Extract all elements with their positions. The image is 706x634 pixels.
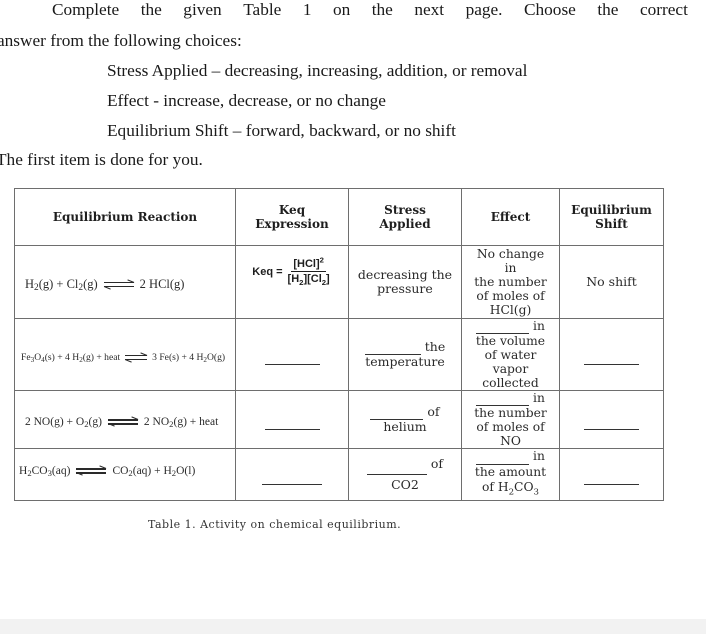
keq-answer-blank[interactable] xyxy=(264,345,320,365)
keq-cell: Keq = [HCl]2 [H2][Cl2] xyxy=(235,245,349,319)
effect-answer-blank[interactable] xyxy=(476,320,530,334)
equilibrium-arrow-icon xyxy=(103,279,134,290)
table-row: Fe3O4(s) + 4 H2(g) + heat 3 Fe(s) + 4 H2O… xyxy=(14,318,664,391)
header-shift-line1: Equilibrium xyxy=(571,203,652,217)
choice-effect: Effect - increase, decrease, or no chang… xyxy=(107,91,386,110)
stress-answer-blank[interactable] xyxy=(370,405,424,420)
equilibrium-table: Equilibrium Reaction Keq Expression Stre… xyxy=(14,188,664,502)
reaction-equation: 2 NO(g) + O2(g) 2 NO2(g) + heat xyxy=(25,416,219,429)
reaction-cell: H2(g) + Cl2(g) 2 HCl(g) xyxy=(14,245,236,319)
reaction-cell: 2 NO(g) + O2(g) 2 NO2(g) + heat xyxy=(14,390,236,449)
stress-cell: the temperature xyxy=(348,318,462,391)
header-stress-line1: Stress xyxy=(384,203,426,217)
instruction-line-1: Complete the given Table 1 on the next p… xyxy=(52,0,688,20)
header-keq-line1: Keq xyxy=(278,203,306,217)
word: the xyxy=(597,0,619,19)
reaction-equation: Fe3O4(s) + 4 H2(g) + heat 3 Fe(s) + 4 H2O… xyxy=(21,352,226,364)
header-keq-line2: Expression xyxy=(255,217,329,231)
header-reaction: Equilibrium Reaction xyxy=(14,188,236,246)
instruction-line-2: answer from the following choices: xyxy=(0,31,242,50)
keq-answer-blank[interactable] xyxy=(264,410,320,430)
header-stress-line2: Applied xyxy=(379,217,431,231)
header-keq: Keq Expression xyxy=(235,188,349,246)
word: page. xyxy=(465,0,503,19)
word: given xyxy=(183,0,222,19)
header-shift: Equilibrium Shift xyxy=(559,188,664,246)
stress-answer-blank[interactable] xyxy=(364,340,421,355)
shift-cell[interactable] xyxy=(559,318,664,391)
word: correct xyxy=(639,0,688,19)
header-shift-line2: Shift xyxy=(595,217,628,231)
shift-cell: No shift xyxy=(559,245,664,319)
effect-cell: No change in the number of moles of HCl(g) xyxy=(461,245,560,319)
stress-cell: of CO2 xyxy=(348,447,462,502)
word: Complete xyxy=(52,0,120,19)
shift-cell[interactable] xyxy=(559,447,664,502)
table-row: H2(g) + Cl2(g) 2 HCl(g) Keq = [HCl]2 [H2]… xyxy=(14,245,664,319)
word: Choose xyxy=(524,0,576,19)
stress-cell: decreasing the pressure xyxy=(348,245,462,319)
header-reaction-label: Equilibrium Reaction xyxy=(52,210,198,224)
reaction-cell: H2CO3(aq) CO2(aq) + H2O(l) xyxy=(14,447,236,502)
table-caption: Table 1. Activity on chemical equilibriu… xyxy=(148,518,402,531)
effect-answer-blank[interactable] xyxy=(476,392,530,406)
equilibrium-arrow-icon xyxy=(76,465,107,477)
word: 1 xyxy=(302,0,312,19)
shift-cell[interactable] xyxy=(559,390,664,449)
keq-cell[interactable] xyxy=(235,447,349,502)
equilibrium-arrow-icon xyxy=(124,352,148,363)
header-effect-label: Effect xyxy=(490,210,531,224)
equilibrium-arrow-icon xyxy=(107,416,139,428)
table-row: 2 NO(g) + O2(g) 2 NO2(g) + heat of helium … xyxy=(14,390,664,449)
word: next xyxy=(414,0,445,19)
choice-equilibrium-shift: Equilibrium Shift – forward, backward, o… xyxy=(107,121,456,140)
keq-label: Keq = xyxy=(252,265,283,278)
keq-cell[interactable] xyxy=(235,390,349,449)
word: Table xyxy=(243,0,282,19)
first-item-note: The first item is done for you. xyxy=(0,150,203,169)
reaction-equation: H2(g) + Cl2(g) 2 HCl(g) xyxy=(25,276,185,293)
header-stress: Stress Applied xyxy=(348,188,462,246)
effect-answer-blank[interactable] xyxy=(476,450,530,465)
keq-answer-blank[interactable] xyxy=(262,465,322,485)
keq-fraction: [HCl]2 [H2][Cl2] xyxy=(286,255,332,288)
keq-denominator: [H2][Cl2] xyxy=(287,273,330,288)
shift-answer-blank[interactable] xyxy=(584,410,639,430)
word: the xyxy=(140,0,162,19)
reaction-equation: H2CO3(aq) CO2(aq) + H2O(l) xyxy=(19,465,196,478)
word: the xyxy=(371,0,393,19)
table-header-row: Equilibrium Reaction Keq Expression Stre… xyxy=(14,188,664,246)
keq-cell[interactable] xyxy=(235,318,349,391)
choice-stress-applied: Stress Applied – decreasing, increasing,… xyxy=(107,61,528,80)
effect-cell: in the number of moles of NO xyxy=(461,390,560,449)
table-row: H2CO3(aq) CO2(aq) + H2O(l) of CO2 in the am… xyxy=(14,447,664,502)
shift-answer-blank[interactable] xyxy=(584,345,639,365)
stress-answer-blank[interactable] xyxy=(366,454,427,476)
header-effect: Effect xyxy=(461,188,560,246)
effect-cell: in the amount of H2CO3 xyxy=(461,447,560,502)
word: on xyxy=(332,0,351,19)
shift-answer-blank[interactable] xyxy=(584,465,639,485)
keq-expression: Keq = [HCl]2 [H2][Cl2] xyxy=(252,255,332,288)
keq-numerator: [HCl]2 xyxy=(291,255,326,272)
bottom-bar xyxy=(0,619,706,634)
stress-cell: of helium xyxy=(348,390,462,449)
reaction-cell: Fe3O4(s) + 4 H2(g) + heat 3 Fe(s) + 4 H2O… xyxy=(14,318,236,391)
effect-cell: in the volume of water vapor collected xyxy=(461,318,560,391)
